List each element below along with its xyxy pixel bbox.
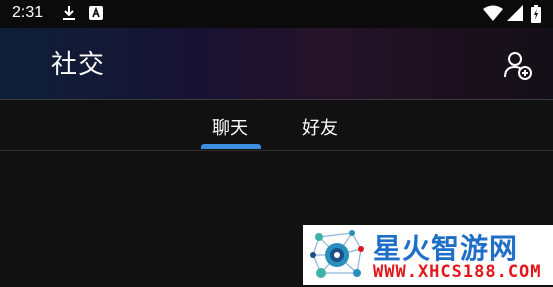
tab-friends[interactable]: 好友 [302,114,338,140]
status-bar: 2:31 [0,0,553,28]
signal-icon [507,5,523,25]
download-icon [62,5,76,25]
site-watermark: 星火智游网 WWW.XHCS188.COM [303,225,553,285]
page-title: 社交 [51,50,106,80]
battery-charging-icon [531,5,541,27]
tab-chat[interactable]: 聊天 [212,114,248,140]
app-bar: 社交 [0,28,553,99]
add-friend-icon[interactable] [503,50,533,84]
tab-bar: 聊天 好友 [0,100,553,150]
status-time: 2:31 [12,4,44,21]
a-badge-icon [89,5,103,25]
tab-selected-indicator [201,144,261,149]
wifi-icon [483,5,503,25]
watermark-url: WWW.XHCS188.COM [373,262,542,282]
watermark-title: 星火智游网 [373,232,519,265]
watermark-logo-icon [307,227,367,287]
